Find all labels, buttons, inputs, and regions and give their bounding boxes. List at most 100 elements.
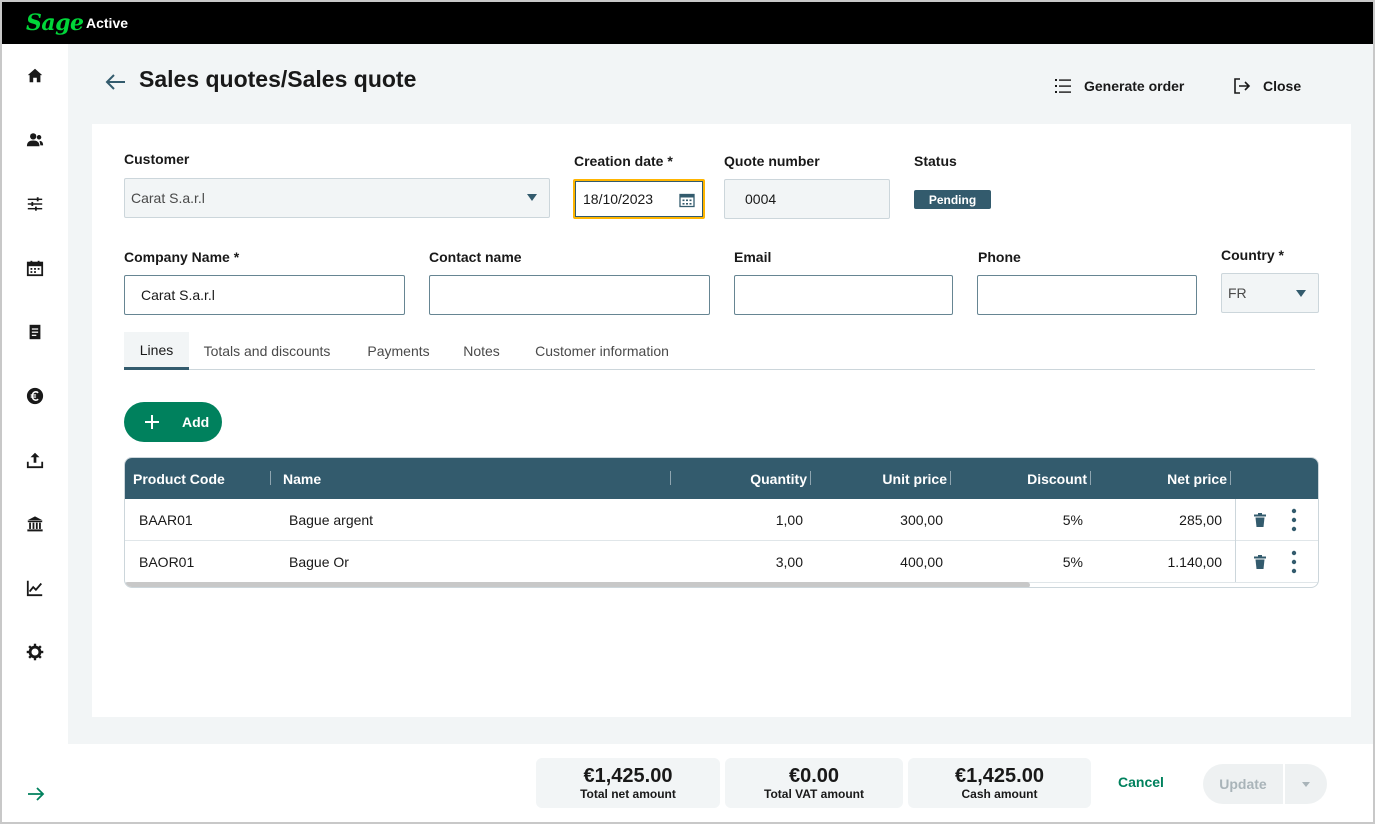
- phone-field[interactable]: [977, 275, 1197, 315]
- customer-value: Carat S.a.r.l: [131, 190, 205, 206]
- column-header-net-price[interactable]: Net price: [1105, 458, 1227, 499]
- more-options-icon[interactable]: [1284, 550, 1304, 574]
- cell-unit-price: 400,00: [900, 554, 943, 570]
- cell-product-code: BAOR01: [139, 554, 195, 570]
- app-name: Active: [86, 15, 129, 31]
- trash-icon[interactable]: [1250, 510, 1270, 530]
- column-divider[interactable]: [1090, 471, 1091, 485]
- add-label: Add: [182, 414, 210, 430]
- email-field[interactable]: [734, 275, 953, 315]
- arrow-right-icon[interactable]: [26, 784, 46, 804]
- upload-icon[interactable]: [24, 449, 46, 471]
- column-divider[interactable]: [810, 471, 811, 485]
- company-name-label: Company Name *: [124, 249, 240, 265]
- cell-discount: 5%: [1062, 554, 1083, 570]
- country-value: FR: [1228, 285, 1247, 301]
- tab-customer-information[interactable]: Customer information: [526, 332, 678, 370]
- customer-select[interactable]: Carat S.a.r.l: [124, 178, 550, 218]
- row-actions-column: [1235, 499, 1318, 582]
- tab-totals-and-discounts[interactable]: Totals and discounts: [200, 332, 334, 370]
- chevron-down-icon: [1296, 290, 1306, 297]
- euro-icon[interactable]: [24, 385, 46, 407]
- column-divider[interactable]: [1230, 471, 1231, 485]
- column-header-unit-price[interactable]: Unit price: [825, 458, 947, 499]
- table-header: Product Code Name Quantity Unit price Di…: [125, 458, 1318, 499]
- add-line-button[interactable]: Add: [124, 402, 222, 442]
- creation-date-value: 18/10/2023: [583, 191, 654, 207]
- company-name-field[interactable]: Carat S.a.r.l: [124, 275, 405, 315]
- bank-icon[interactable]: [24, 513, 46, 535]
- quote-number-field[interactable]: 0004: [724, 179, 890, 219]
- generate-order-button[interactable]: Generate order: [1054, 74, 1184, 98]
- sidebar: [2, 44, 68, 822]
- contacts-icon[interactable]: [24, 129, 46, 151]
- cell-quantity: 1,00: [775, 512, 803, 528]
- phone-label: Phone: [978, 249, 1021, 265]
- cell-name: Bague argent: [289, 512, 374, 528]
- company-name-value: Carat S.a.r.l: [141, 287, 215, 303]
- exit-icon: [1234, 78, 1251, 94]
- home-icon[interactable]: [24, 65, 46, 87]
- chevron-down-icon: [1302, 781, 1310, 787]
- page-title: Sales quotes/Sales quote: [139, 66, 417, 92]
- table-row[interactable]: BAOR01 Bague Or 3,00 400,00 5% 1.140,00: [125, 541, 1318, 583]
- total-net-label: Total net amount: [580, 787, 676, 801]
- tab-bar: Lines Totals and discounts Payments Note…: [124, 332, 1315, 370]
- calendar-icon[interactable]: [24, 257, 46, 279]
- cell-discount: 5%: [1062, 512, 1083, 528]
- update-menu-button[interactable]: [1285, 764, 1327, 804]
- lines-table: Product Code Name Quantity Unit price Di…: [124, 457, 1319, 588]
- footer-bar: [68, 744, 1373, 822]
- cell-product-code: BAAR01: [139, 512, 193, 528]
- plus-icon: [145, 415, 159, 429]
- total-vat-value: €0.00: [788, 765, 840, 787]
- customer-label: Customer: [124, 151, 190, 167]
- contact-name-field[interactable]: [429, 275, 710, 315]
- cash-label: Cash amount: [961, 787, 1038, 801]
- creation-date-label: Creation date *: [574, 153, 673, 169]
- column-header-name[interactable]: Name: [283, 458, 321, 499]
- column-header-quantity[interactable]: Quantity: [685, 458, 807, 499]
- tab-lines[interactable]: Lines: [124, 332, 189, 370]
- creation-date-field[interactable]: 18/10/2023: [573, 179, 705, 219]
- back-arrow-icon[interactable]: [102, 68, 130, 96]
- contact-name-label: Contact name: [429, 249, 522, 265]
- quote-number-label: Quote number: [724, 153, 820, 169]
- generate-order-label: Generate order: [1084, 78, 1185, 94]
- tab-payments[interactable]: Payments: [360, 332, 437, 370]
- cell-quantity: 3,00: [775, 554, 803, 570]
- total-vat-label: Total VAT amount: [764, 787, 864, 801]
- cash-amount: €1,425.00 Cash amount: [908, 758, 1091, 808]
- more-options-icon[interactable]: [1284, 508, 1304, 532]
- calendar-picker-icon[interactable]: [679, 192, 695, 208]
- column-header-product-code[interactable]: Product Code: [133, 458, 225, 499]
- list-icon: [1055, 79, 1071, 93]
- cell-net-price: 1.140,00: [1167, 554, 1223, 570]
- column-header-discount[interactable]: Discount: [965, 458, 1087, 499]
- close-button[interactable]: Close: [1233, 74, 1301, 98]
- cell-name: Bague Or: [289, 554, 349, 570]
- chevron-down-icon: [527, 194, 537, 201]
- column-divider[interactable]: [950, 471, 951, 485]
- cancel-button[interactable]: Cancel: [1118, 774, 1164, 790]
- quote-number-value: 0004: [745, 191, 777, 207]
- close-label: Close: [1263, 78, 1302, 94]
- gear-icon[interactable]: [24, 641, 46, 663]
- chart-line-icon[interactable]: [24, 577, 46, 599]
- country-label: Country *: [1221, 247, 1284, 263]
- column-divider[interactable]: [670, 471, 671, 485]
- trash-icon[interactable]: [1250, 552, 1270, 572]
- status-badge: Pending: [914, 190, 991, 209]
- total-vat-amount: €0.00 Total VAT amount: [725, 758, 903, 808]
- app-window: Sage Active Sales quotes/Sales quote Gen…: [0, 0, 1375, 824]
- status-label: Status: [914, 153, 957, 169]
- country-select[interactable]: FR: [1221, 273, 1319, 313]
- tab-notes[interactable]: Notes: [454, 332, 509, 370]
- horizontal-scrollbar[interactable]: [125, 582, 1030, 587]
- column-divider[interactable]: [270, 471, 271, 485]
- settings-sliders-icon[interactable]: [24, 193, 46, 215]
- sage-logo: Sage: [26, 10, 84, 36]
- update-button[interactable]: Update: [1203, 764, 1283, 804]
- document-icon[interactable]: [24, 321, 46, 343]
- table-row[interactable]: BAAR01 Bague argent 1,00 300,00 5% 285,0…: [125, 499, 1318, 541]
